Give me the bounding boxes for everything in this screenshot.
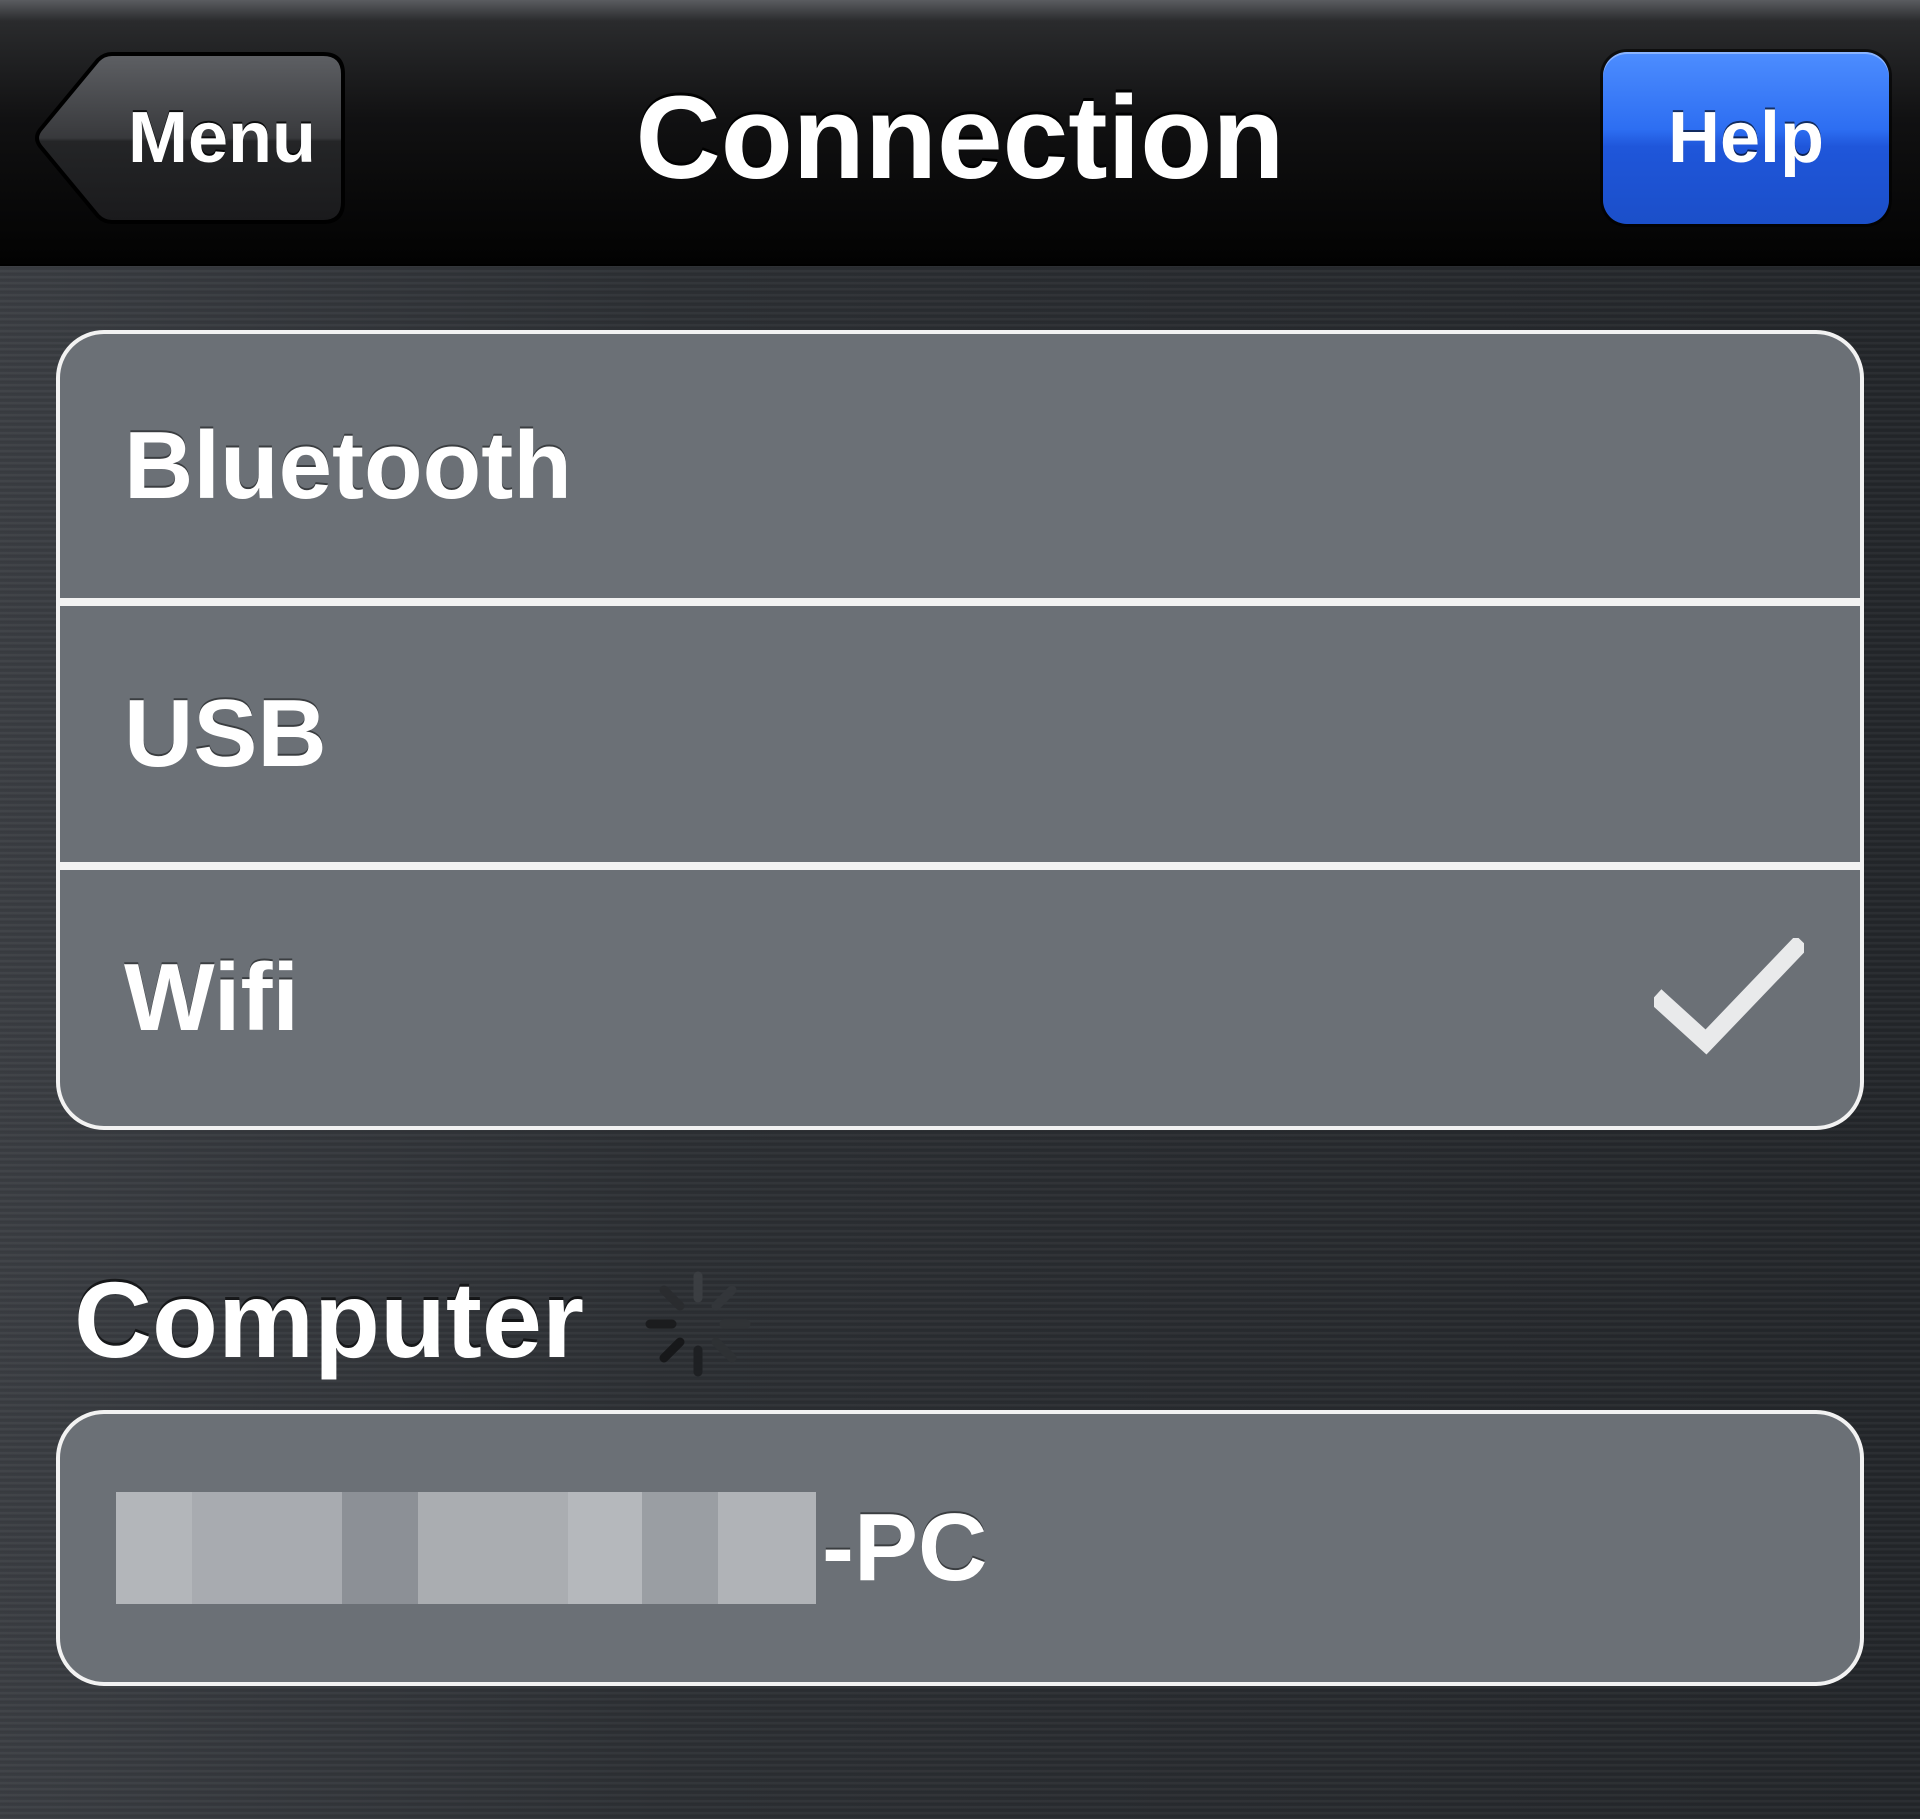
connection-options-group: Bluetooth USB Wifi [56, 330, 1864, 1130]
computer-section-title: Computer [74, 1259, 584, 1380]
redacted-block [116, 1492, 816, 1604]
navigation-bar: Menu Connection Help [0, 0, 1920, 266]
computer-selector[interactable]: -PC [56, 1410, 1864, 1686]
help-button[interactable]: Help [1603, 52, 1889, 224]
spinner-icon [645, 1271, 751, 1377]
option-label: USB [124, 680, 327, 787]
option-label: Bluetooth [124, 412, 572, 519]
computer-name-row: -PC [116, 1414, 987, 1682]
option-label: Wifi [124, 944, 300, 1051]
checkmark-icon [1654, 938, 1804, 1055]
menu-back-button[interactable]: Menu [32, 50, 347, 226]
computer-name: -PC [822, 1494, 988, 1601]
option-usb[interactable]: USB [60, 598, 1860, 862]
page-title: Connection [635, 72, 1285, 204]
option-wifi[interactable]: Wifi [60, 862, 1860, 1126]
menu-back-label: Menu [128, 98, 316, 178]
option-bluetooth[interactable]: Bluetooth [60, 334, 1860, 598]
